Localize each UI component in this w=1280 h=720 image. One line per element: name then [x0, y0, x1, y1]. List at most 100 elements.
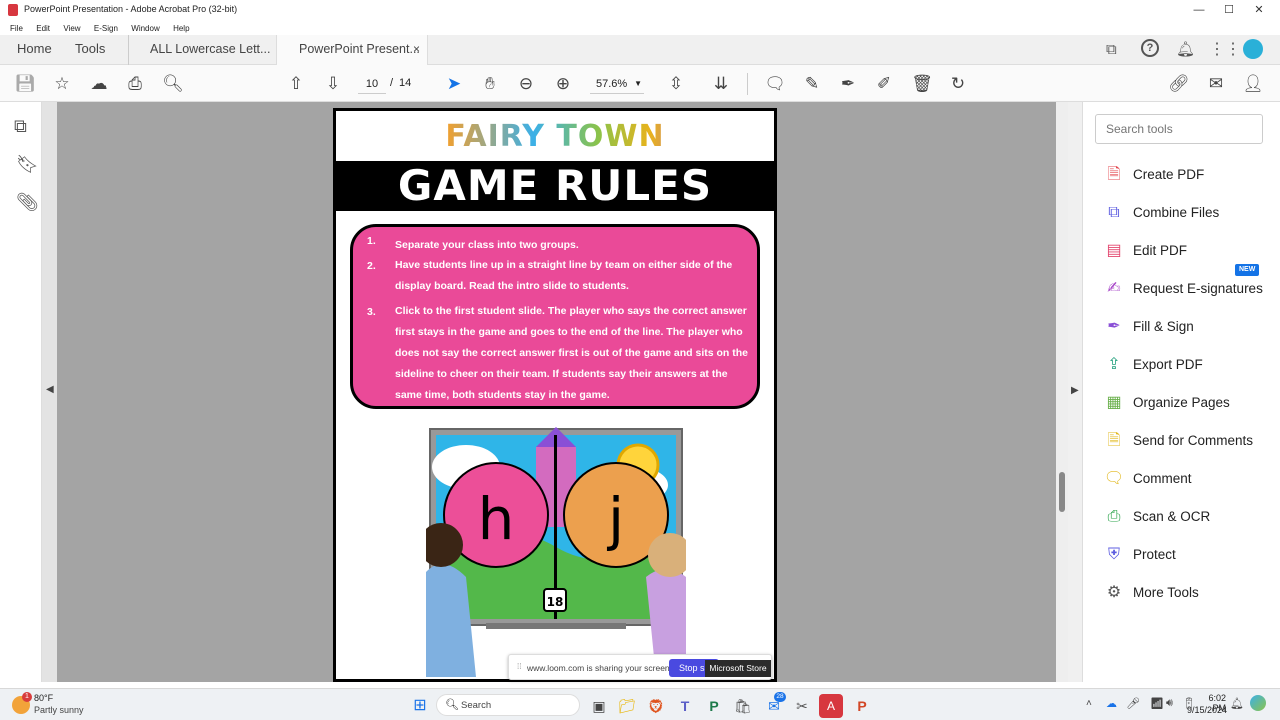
tool-scan-ocr[interactable]: ⎙︎ Scan & OCR [1103, 506, 1273, 536]
share-screen-icon[interactable]: ⧉ [1106, 41, 1117, 58]
task-view-icon[interactable]: ▣ [587, 694, 611, 718]
vertical-scrollbar[interactable] [1056, 102, 1068, 682]
link-icon[interactable]: 🔗︎ [1166, 71, 1192, 97]
pdf-page[interactable]: FAIRY TOWN SHOWDOWN GAME RULES 1. Separa… [333, 108, 777, 682]
zoom-level-value: 57.6% [596, 78, 628, 90]
right-collapse-strip[interactable]: ▶ [1068, 102, 1082, 682]
notifications-icon[interactable]: 🔔︎ [1230, 697, 1244, 710]
sign-icon[interactable]: ✒︎ [835, 71, 861, 97]
copilot-icon[interactable] [1250, 695, 1266, 711]
slide-subtitle: GAME RULES [336, 161, 774, 211]
search-tools-input[interactable] [1095, 114, 1263, 144]
windows-start-icon[interactable]: ⊞ [408, 694, 432, 718]
acrobat-taskbar-icon[interactable]: A [819, 694, 843, 718]
snipping-tool-icon[interactable]: ✂︎ [790, 694, 814, 718]
rule-3-number: 3. [367, 306, 376, 318]
tool-label: Send for Comments [1133, 433, 1254, 448]
tool-create-pdf[interactable]: 🗎︎ Create PDF [1103, 164, 1273, 194]
combine-files-icon: ⧉︎ [1108, 204, 1120, 221]
microsoft-store-icon[interactable]: 🛍︎ [731, 694, 755, 718]
close-tab-icon[interactable]: × [413, 35, 420, 65]
letter-left: h [478, 485, 515, 553]
tool-organize-pages[interactable]: ▦︎ Organize Pages [1103, 392, 1273, 422]
menu-file[interactable]: File [10, 24, 23, 33]
organize-pages-icon: ▦︎ [1106, 394, 1122, 411]
tool-comment[interactable]: 🗨︎ Comment [1103, 468, 1273, 498]
print-icon[interactable]: ⎙ [122, 71, 148, 97]
help-icon[interactable]: ? [1141, 39, 1159, 57]
page-number-input[interactable]: 10 [358, 74, 386, 94]
onedrive-cloud-icon[interactable]: ☁ [1106, 697, 1117, 710]
select-arrow-icon[interactable]: ➤ [441, 71, 467, 97]
tab-tools[interactable]: Tools [75, 35, 105, 65]
scrollbar-thumb[interactable] [1059, 472, 1065, 512]
menu-esign[interactable]: E-Sign [94, 24, 118, 33]
edit-stamp-icon[interactable]: ✐ [871, 71, 897, 97]
collapse-left-arrow-icon[interactable]: ◀ [46, 384, 54, 395]
volume-icon[interactable]: 🔊︎ [1166, 697, 1173, 710]
tab-document-2-label: PowerPoint Present... [299, 42, 420, 56]
weather-badge: 1 [22, 692, 32, 702]
weather-desc: Partly sunny [34, 705, 84, 715]
page-display-icon[interactable]: ⇳ [663, 71, 689, 97]
microphone-icon[interactable]: 🎤︎ [1126, 697, 1140, 710]
wifi-icon[interactable]: 📶︎ [1150, 697, 1164, 710]
rotate-icon[interactable]: ↻ [945, 71, 971, 97]
teams-icon[interactable]: T [673, 694, 697, 718]
tool-combine-files[interactable]: ⧉︎ Combine Files [1103, 202, 1273, 232]
zoom-search-icon[interactable]: 🔍︎ [160, 71, 186, 97]
menu-help[interactable]: Help [173, 24, 189, 33]
menu-window[interactable]: Window [131, 24, 159, 33]
protect-icon: ⛨︎ [1107, 546, 1120, 563]
notifications-bell-icon[interactable]: 🔔︎ [1176, 40, 1195, 58]
save-icon[interactable]: 💾︎ [12, 71, 38, 97]
hand-tool-icon[interactable]: ✋︎ [477, 71, 503, 97]
apps-grid-icon[interactable]: ⋮⋮ [1209, 39, 1241, 59]
rule-2-text: Have students line up in a straight line… [395, 259, 733, 292]
tab-document-2[interactable]: PowerPoint Present... × [276, 35, 428, 66]
menu-edit[interactable]: Edit [36, 24, 50, 33]
tool-request-e-signatures[interactable]: ✍︎ Request E-signatures NEW [1103, 264, 1273, 308]
tool-label: Create PDF [1133, 167, 1205, 182]
tab-home[interactable]: Home [17, 35, 52, 65]
maximize-button[interactable]: ☐ [1214, 2, 1244, 18]
tool-label: Export PDF [1133, 357, 1203, 372]
publisher-icon[interactable]: P [702, 694, 726, 718]
zoom-in-icon[interactable]: ⊕ [550, 71, 576, 97]
tool-fill-sign[interactable]: ✒︎ Fill & Sign [1103, 316, 1273, 346]
tool-export-pdf[interactable]: ⇪︎ Export PDF [1103, 354, 1273, 384]
comment-icon[interactable]: 🗨︎ [762, 71, 788, 97]
highlight-pen-icon[interactable]: ✎ [799, 71, 825, 97]
delete-trash-icon[interactable]: 🗑︎ [909, 71, 935, 97]
star-icon[interactable]: ☆ [49, 71, 75, 97]
brave-browser-icon[interactable]: 🦁︎ [644, 694, 668, 718]
drag-handle-icon[interactable]: ⁞⁞ [517, 662, 521, 671]
previous-page-icon[interactable]: ⇧ [283, 71, 309, 97]
collapse-right-arrow-icon[interactable]: ▶ [1071, 385, 1079, 396]
upload-cloud-icon[interactable]: ☁ [86, 71, 112, 97]
next-page-icon[interactable]: ⇩ [320, 71, 346, 97]
tool-label: Protect [1133, 547, 1176, 562]
add-user-icon[interactable]: 👤︎ [1240, 71, 1266, 97]
tool-send-for-comments[interactable]: 🗎︎ Send for Comments [1103, 430, 1273, 460]
zoom-out-icon[interactable]: ⊖ [513, 71, 539, 97]
close-window-button[interactable]: ✕ [1244, 2, 1274, 18]
search-icon: 🔍︎ [445, 699, 459, 711]
pages-thumbnails-icon[interactable]: ⧉ [14, 116, 27, 137]
tool-more-tools[interactable]: ⚙︎ More Tools [1103, 582, 1273, 612]
clock-date[interactable]: 9/15/2024 [1187, 705, 1227, 715]
menu-view[interactable]: View [63, 24, 80, 33]
tool-protect[interactable]: ⛨︎ Protect [1103, 544, 1273, 574]
show-hidden-icons-chevron-icon[interactable]: ˄ [1086, 698, 1092, 709]
attachment-paperclip-icon[interactable]: 📎︎ [16, 192, 39, 213]
scroll-mode-icon[interactable]: ⇊ [708, 71, 734, 97]
file-explorer-icon[interactable]: 📁︎ [615, 694, 639, 718]
email-icon[interactable]: ✉ [1203, 71, 1229, 97]
minimize-button[interactable]: — [1184, 2, 1214, 18]
taskbar-search-box[interactable]: 🔍︎ Search [436, 694, 580, 716]
user-avatar[interactable] [1243, 39, 1263, 59]
powerpoint-taskbar-icon[interactable]: P [850, 694, 874, 718]
tab-document-1[interactable]: ALL Lowercase Lett... [150, 35, 270, 65]
zoom-level-dropdown[interactable]: 57.6% ▼ [590, 74, 644, 94]
bookmark-icon[interactable]: 🔖︎ [16, 154, 39, 175]
